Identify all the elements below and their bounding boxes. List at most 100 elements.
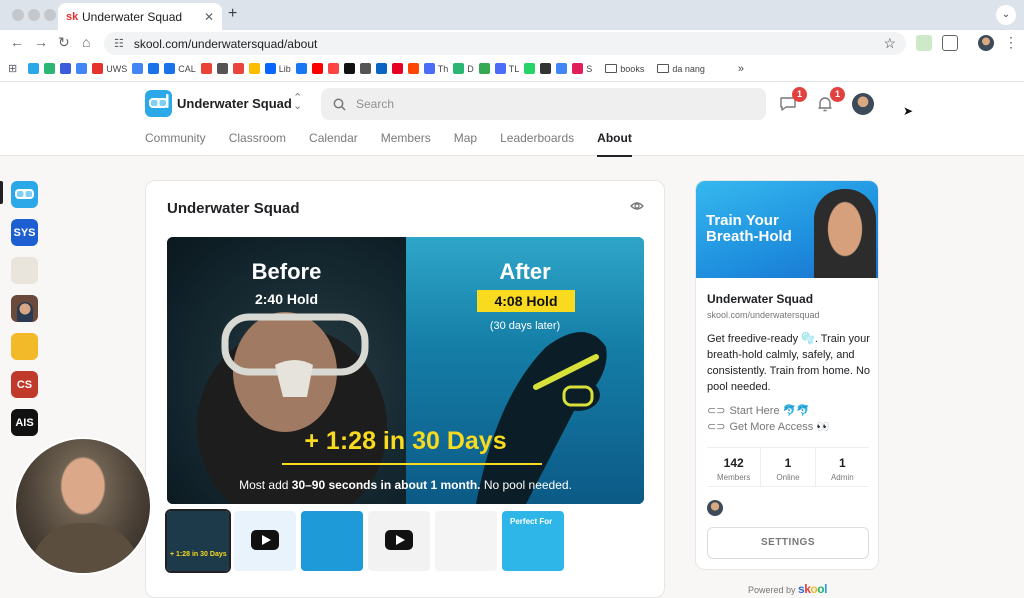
group-logo[interactable] (145, 90, 172, 117)
admin-avatar[interactable] (707, 500, 723, 516)
bookmark-item[interactable] (311, 63, 323, 74)
bookmark-folder[interactable]: da nang (657, 64, 705, 74)
bookmark-item[interactable]: S (572, 63, 592, 74)
bookmark-item[interactable] (540, 63, 552, 74)
get-more-access-link[interactable]: ⊂⊃ Get More Access 👀 (707, 420, 830, 433)
browser-menu-icon[interactable]: ⋮ (1004, 34, 1018, 51)
nav-tab-members[interactable]: Members (381, 131, 431, 157)
bookmark-item[interactable]: CAL (164, 63, 196, 74)
extensions-puzzle-icon[interactable] (942, 35, 958, 51)
bookmark-folder[interactable]: books (605, 64, 644, 74)
bookmark-item[interactable] (216, 63, 228, 74)
bookmark-item[interactable] (391, 63, 403, 74)
group-name[interactable]: Underwater Squad (177, 96, 292, 111)
rail-group-1[interactable]: SYS (11, 219, 38, 246)
bookmark-item[interactable]: TL (494, 63, 519, 74)
more-bookmarks-icon[interactable]: » (738, 63, 744, 75)
stat-members[interactable]: 142 Members (707, 448, 762, 486)
media-thumbnail[interactable] (368, 511, 430, 571)
new-tab-icon[interactable]: + (228, 5, 237, 23)
nav-tab-classroom[interactable]: Classroom (229, 131, 286, 157)
address-bar[interactable]: ☷ skool.com/underwatersquad/about ☆ (104, 32, 906, 55)
window-minimize-button[interactable] (28, 9, 40, 21)
powered-by[interactable]: Powered by skool (748, 582, 827, 596)
hero-media[interactable]: Before 2:40 Hold After 4:08 Hold (30 day… (167, 237, 644, 504)
close-tab-icon[interactable]: ✕ (204, 10, 214, 24)
bookmark-item[interactable] (200, 63, 212, 74)
bookmark-item[interactable] (148, 63, 160, 74)
bookmark-item[interactable] (327, 63, 339, 74)
nav-tab-about[interactable]: About (597, 131, 632, 157)
bookmark-item[interactable] (375, 63, 387, 74)
stat-online[interactable]: 1 Online (761, 448, 816, 486)
hero-headline: + 1:28 in 30 Days (304, 427, 507, 455)
hero-underline (282, 463, 542, 465)
nav-tab-leaderboards[interactable]: Leaderboards (500, 131, 574, 157)
bookmark-item[interactable]: Lib (264, 63, 291, 74)
eye-icon[interactable] (630, 201, 644, 211)
start-here-link[interactable]: ⊂⊃ Start Here 🐬🐬 (707, 404, 810, 417)
thumbnail-caption: + 1:28 in 30 Days (170, 551, 227, 558)
forward-icon[interactable]: → (34, 34, 48, 50)
settings-button[interactable]: SETTINGS (707, 527, 869, 559)
bookmark-favicon-icon (556, 63, 568, 74)
bookmark-item[interactable] (556, 63, 568, 74)
rail-group-6[interactable]: AIS (11, 409, 38, 436)
bookmark-favicon-icon (524, 63, 536, 74)
bookmark-item[interactable]: D (453, 63, 474, 74)
stat-admin[interactable]: 1 Admin (816, 448, 869, 486)
nav-tab-calendar[interactable]: Calendar (309, 131, 358, 157)
rail-group-0[interactable] (11, 181, 38, 208)
rail-group-3[interactable] (11, 295, 38, 322)
media-thumbnail[interactable] (234, 511, 296, 571)
search-bar[interactable]: Search (321, 88, 766, 120)
back-icon[interactable]: ← (10, 34, 24, 50)
bookmark-item[interactable] (524, 63, 536, 74)
home-icon[interactable]: ⌂ (82, 34, 90, 50)
media-thumbnail[interactable] (301, 511, 363, 571)
rail-group-4[interactable] (11, 333, 38, 360)
bookmark-favicon-icon (572, 63, 584, 74)
bookmark-item[interactable] (407, 63, 419, 74)
rail-group-2[interactable] (11, 257, 38, 284)
cover-portrait (814, 189, 876, 278)
bookmark-item[interactable] (248, 63, 260, 74)
reload-icon[interactable]: ↻ (58, 34, 70, 51)
apps-grid-icon[interactable]: ⊞ (8, 62, 17, 75)
media-thumbnail[interactable]: Perfect For (502, 511, 564, 571)
extension-icon[interactable] (916, 35, 932, 51)
bookmark-item[interactable] (44, 63, 56, 74)
bookmark-item[interactable] (478, 63, 490, 74)
bookmark-item[interactable] (359, 63, 371, 74)
media-thumbnail[interactable]: + 1:28 in 30 Days (165, 509, 231, 573)
bookmark-item[interactable] (132, 63, 144, 74)
bookmark-item[interactable]: UWS (92, 63, 127, 74)
chevron-down-icon[interactable]: ⌄ (996, 5, 1016, 25)
user-avatar[interactable] (852, 93, 874, 115)
browser-tab[interactable]: sk Underwater Squad ✕ (58, 3, 222, 30)
bookmark-item[interactable] (232, 63, 244, 74)
bookmark-item[interactable] (295, 63, 307, 74)
rail-group-5[interactable]: CS (11, 371, 38, 398)
browser-tab-strip: sk Underwater Squad ✕ + ⌄ (0, 0, 1024, 30)
window-zoom-button[interactable] (44, 9, 56, 21)
stat-value: 142 (723, 456, 744, 470)
bookmark-item[interactable] (28, 63, 40, 74)
site-info-icon[interactable]: ☷ (114, 37, 124, 50)
bookmark-item[interactable] (60, 63, 72, 74)
folder-icon (657, 64, 670, 73)
group-switcher-icon[interactable]: ⌃ ⌄ (293, 93, 302, 112)
bookmark-item[interactable] (343, 63, 355, 74)
nav-tab-community[interactable]: Community (145, 131, 206, 157)
bookmark-favicon-icon (216, 63, 228, 74)
nav-tab-map[interactable]: Map (454, 131, 477, 157)
bookmark-item[interactable] (76, 63, 88, 74)
bookmark-favicon-icon (423, 63, 435, 74)
bookmark-favicon-icon (164, 63, 176, 74)
media-thumbnail[interactable] (435, 511, 497, 571)
bookmark-star-icon[interactable]: ☆ (883, 35, 896, 52)
bookmark-item[interactable]: Th (423, 63, 448, 74)
profile-avatar[interactable] (978, 35, 994, 51)
group-info-url[interactable]: skool.com/underwatersquad (707, 310, 820, 320)
window-close-button[interactable] (12, 9, 24, 21)
